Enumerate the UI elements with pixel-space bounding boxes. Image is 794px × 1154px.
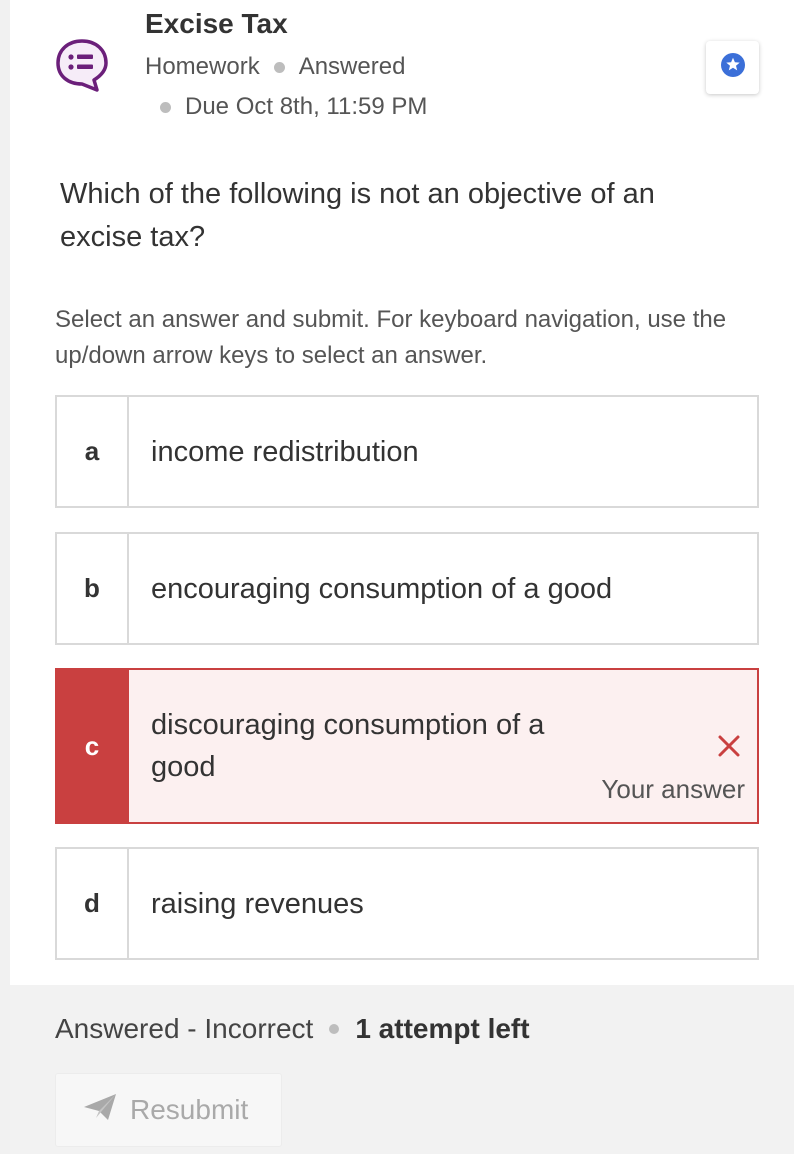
option-letter: b xyxy=(57,534,129,643)
submission-footer: Answered - Incorrect 1 attempt left Resu… xyxy=(10,985,794,1154)
option-text: encouraging consumption of a good xyxy=(151,572,613,605)
favorite-button[interactable] xyxy=(706,41,759,94)
option-text: income redistribution xyxy=(151,435,419,468)
separator-dot xyxy=(160,101,171,113)
submission-status: Answered - Incorrect 1 attempt left xyxy=(55,1013,530,1045)
question-prompt: Which of the following is not an objecti… xyxy=(60,178,655,253)
your-answer-label: Your answer xyxy=(601,774,745,804)
answer-option-b[interactable]: b encouraging consumption of a good xyxy=(55,532,759,645)
attempts-left: 1 attempt left xyxy=(355,1013,530,1044)
due-date-row: Due Oct 8th, 11:59 PM xyxy=(160,93,427,121)
answer-instructions: Select an answer and submit. For keyboar… xyxy=(55,306,727,369)
star-icon xyxy=(720,52,746,83)
assignment-type: Homework xyxy=(145,53,260,80)
assignment-title: Excise Tax xyxy=(145,8,288,39)
incorrect-x-icon xyxy=(717,734,741,758)
resubmit-button[interactable]: Resubmit xyxy=(55,1073,282,1147)
left-edge-rule xyxy=(0,0,10,1154)
answer-option-d[interactable]: d raising revenues xyxy=(55,847,759,960)
assignment-status: Answered xyxy=(298,53,406,80)
option-letter: d xyxy=(57,849,129,958)
homework-chat-icon xyxy=(55,38,109,92)
assignment-meta: Homework Answered xyxy=(145,53,405,81)
send-icon xyxy=(82,1092,130,1129)
due-date: Due Oct 8th, 11:59 PM xyxy=(185,93,428,120)
assignment-header: Excise Tax Homework Answered Due Oct 8th… xyxy=(0,0,794,140)
option-letter: c xyxy=(57,670,129,822)
answer-option-c[interactable]: c discouraging consumption of a good You… xyxy=(55,668,759,824)
option-text: raising revenues xyxy=(151,887,364,920)
separator-dot xyxy=(273,61,285,73)
result-text: Answered - Incorrect xyxy=(55,1013,314,1044)
resubmit-label: Resubmit xyxy=(130,1094,249,1125)
answer-option-a[interactable]: a income redistribution xyxy=(55,395,759,508)
option-letter: a xyxy=(57,397,129,506)
separator-dot xyxy=(329,1024,340,1034)
